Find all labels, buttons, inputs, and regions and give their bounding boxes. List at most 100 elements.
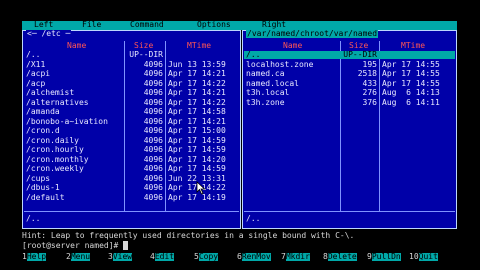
left-col-name[interactable]: Name — [67, 42, 86, 50]
file-mtime: Apr 17 14:59 — [168, 145, 226, 154]
file-name: named.local — [246, 78, 299, 88]
menu-options[interactable]: Options — [197, 21, 231, 29]
fkey-label: Quit — [418, 252, 438, 261]
mouse-pointer-icon — [196, 181, 206, 195]
menu-file[interactable]: File — [82, 21, 101, 29]
file-row[interactable]: /amanda 4096 Apr 17 14:58 — [24, 108, 239, 116]
file-name: localhost.zone — [246, 59, 314, 69]
fkey-label: Copy — [198, 252, 219, 261]
hint-line: Hint: Leap to frequently used directorie… — [22, 231, 355, 240]
file-row[interactable]: /cron.d 4096 Apr 17 15:00 — [24, 127, 239, 135]
file-mtime: Apr 17 14:59 — [168, 164, 226, 173]
file-row[interactable]: named.local 433 Apr 17 14:55 — [244, 78, 455, 88]
file-mtime: Apr 17 14:55 — [382, 78, 440, 88]
fkey-label: View — [112, 252, 133, 261]
right-col-mtime[interactable]: MTime — [401, 42, 425, 50]
fkey-number: 10 — [409, 252, 419, 261]
file-name: /cups — [26, 173, 51, 183]
fkey-label: RenMov — [241, 252, 271, 261]
fkey-label: Menu — [70, 252, 91, 261]
file-size: 4096 — [143, 145, 163, 154]
file-row[interactable]: t3h.zone 376 Aug 6 14:11 — [244, 97, 455, 107]
file-row[interactable]: /cron.weekly 4096 Apr 17 14:59 — [24, 165, 239, 173]
prompt-text: [root@server named]# — [22, 241, 124, 250]
file-size: 376 — [362, 97, 377, 107]
left-footer-divider — [24, 211, 239, 212]
file-row[interactable]: /cron.hourly 4096 Apr 17 14:59 — [24, 146, 239, 154]
file-name: /dbus-1 — [26, 183, 60, 192]
left-panel[interactable]: <─ /etc ─ Name Size MTime /.. UP--DIR/X11… — [22, 30, 241, 229]
file-mtime: Apr 17 14:59 — [168, 135, 226, 145]
menu-bar: Left File Command Options Right — [22, 21, 457, 30]
file-size: 4096 — [143, 154, 163, 164]
file-row[interactable]: named.ca 2518 Apr 17 14:55 — [244, 70, 455, 78]
right-col-size[interactable]: Size — [349, 42, 368, 50]
file-row[interactable]: /bonobo-a~ivation 4096 Apr 17 14:21 — [24, 117, 239, 126]
right-footer-divider — [244, 211, 455, 212]
file-mtime: Apr 17 14:21 — [168, 88, 226, 97]
file-mtime: Apr 17 14:21 — [168, 69, 226, 78]
file-row[interactable]: /cron.daily 4096 Apr 17 14:59 — [24, 135, 239, 145]
menu-left[interactable]: Left — [34, 21, 53, 29]
command-prompt[interactable]: [root@server named]# _ — [22, 241, 128, 250]
left-panel-path[interactable]: <─ /etc ─ — [26, 30, 72, 38]
file-row[interactable]: /acp 4096 Apr 17 14:22 — [24, 78, 239, 88]
file-row[interactable]: /X11 4096 Jun 13 13:59 — [24, 59, 239, 69]
file-mtime: Apr 17 15:00 — [168, 126, 226, 135]
right-panel-path[interactable]: /var/named/chroot/var/named — [246, 30, 379, 38]
fkey-label: Mkdir — [285, 252, 310, 261]
file-row[interactable]: /default 4096 Apr 17 14:19 — [24, 192, 239, 202]
file-name: /.. — [246, 50, 261, 59]
file-size: 4096 — [143, 59, 163, 69]
fkey-view[interactable]: 3View — [108, 252, 133, 262]
file-name: /cron.hourly — [26, 145, 84, 154]
menu-command[interactable]: Command — [130, 21, 164, 29]
left-footer: /.. — [26, 214, 41, 223]
file-size: 4096 — [143, 88, 163, 97]
fkey-mkdir[interactable]: 7Mkdir — [281, 253, 310, 262]
file-mtime: Aug 6 14:13 — [382, 88, 440, 97]
file-row[interactable]: localhost.zone 195 Apr 17 14:55 — [244, 59, 455, 69]
fkey-help[interactable]: 1Help — [22, 253, 47, 262]
file-mtime: Apr 17 14:55 — [382, 69, 440, 78]
fkey-copy[interactable]: 5Copy — [194, 252, 219, 262]
file-size: 4096 — [143, 78, 163, 88]
file-row-selected[interactable]: /.. UP--DIR — [244, 51, 455, 59]
file-mtime: Apr 17 14:20 — [168, 154, 226, 164]
file-mtime: Apr 17 14:22 — [168, 97, 226, 107]
file-row[interactable]: /cron.monthly 4096 Apr 17 14:20 — [24, 154, 239, 164]
right-panel[interactable]: /var/named/chroot/var/named Name Size MT… — [242, 30, 457, 229]
terminal-screen: Left File Command Options Right <─ /etc … — [0, 0, 480, 270]
fkey-pulldn[interactable]: 9PullDn — [367, 253, 401, 262]
file-row[interactable]: /acpi 4096 Apr 17 14:21 — [24, 70, 239, 78]
file-name: /default — [26, 192, 65, 202]
left-col-mtime[interactable]: MTime — [187, 42, 211, 50]
file-name: /cron.daily — [26, 135, 79, 145]
file-row[interactable]: /alchemist 4096 Apr 17 14:21 — [24, 89, 239, 97]
file-row[interactable]: t3h.local 276 Aug 6 14:13 — [244, 89, 455, 97]
file-size: 4096 — [143, 192, 163, 202]
file-name: /amanda — [26, 107, 60, 116]
right-col-name[interactable]: Name — [283, 42, 302, 50]
file-size: 276 — [362, 88, 377, 97]
file-name: /acpi — [26, 69, 51, 78]
fkey-edit[interactable]: 4Edit — [150, 253, 175, 262]
file-name: /cron.d — [26, 126, 60, 135]
file-row[interactable]: /.. UP--DIR — [24, 51, 239, 59]
file-size: 4096 — [143, 97, 163, 107]
file-size: 4096 — [143, 135, 163, 145]
file-size: UP--DIR — [343, 50, 377, 59]
file-size: 4096 — [143, 183, 163, 192]
file-mtime: Apr 17 14:58 — [168, 107, 226, 116]
file-row[interactable]: /alternatives 4096 Apr 17 14:22 — [24, 97, 239, 107]
file-row[interactable]: /dbus-1 4096 Apr 17 14:22 — [24, 184, 239, 192]
file-name: named.ca — [246, 69, 285, 78]
fkey-menu[interactable]: 2Menu — [66, 252, 91, 262]
fkey-quit[interactable]: 10Quit — [409, 253, 438, 262]
fkey-renmov[interactable]: 6RenMov — [237, 253, 271, 262]
fkey-delete[interactable]: 8Delete — [323, 253, 357, 262]
left-col-size[interactable]: Size — [134, 42, 153, 50]
menu-right[interactable]: Right — [262, 21, 286, 29]
file-size: 4096 — [143, 69, 163, 78]
file-row[interactable]: /cups 4096 Jun 22 13:31 — [24, 173, 239, 183]
